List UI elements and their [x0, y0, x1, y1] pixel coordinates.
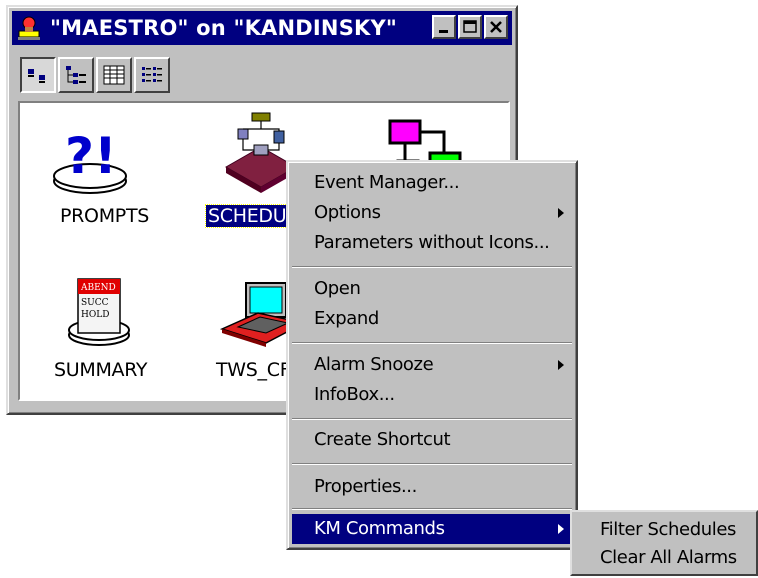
window-title: "MAESTRO" on "KANDINSKY" — [50, 16, 398, 40]
menu-separator — [292, 508, 572, 510]
tws-cf-label: TWS_CF — [216, 359, 291, 381]
maximize-button[interactable] — [458, 15, 482, 39]
menu-item-label: Properties... — [314, 476, 417, 497]
menu-item-label: Alarm Snooze — [314, 354, 434, 375]
menu-separator — [292, 418, 572, 420]
prompts-icon: ?! — [53, 127, 127, 194]
menu-item-label: InfoBox... — [314, 384, 395, 405]
minimize-button[interactable] — [432, 15, 456, 39]
menu-item-label: Parameters without Icons... — [314, 232, 550, 253]
schedules-label: SCHEDUL — [205, 204, 300, 228]
menu-item-label: KM Commands — [314, 518, 445, 539]
menu-item-create-shortcut[interactable]: Create Shortcut — [292, 425, 572, 455]
menu-separator — [292, 342, 572, 344]
large-icons-view-icon — [28, 69, 45, 83]
menu-item-expand[interactable]: Expand — [292, 304, 572, 334]
close-icon — [490, 21, 502, 33]
svg-text:?!: ?! — [65, 127, 117, 185]
submenu-arrow-icon — [558, 524, 564, 534]
details-view-icon — [103, 65, 125, 85]
menu-item-km-commands[interactable]: KM Commands — [292, 514, 572, 544]
list-view-icon — [142, 67, 162, 82]
details-view-button[interactable] — [96, 57, 132, 93]
submenu-arrow-icon — [558, 208, 564, 218]
menu-item-label: Event Manager... — [314, 172, 460, 193]
submenu-item-label: Filter Schedules — [600, 519, 736, 540]
tree-view-button[interactable] — [58, 57, 94, 93]
minimize-icon — [439, 30, 448, 33]
tree-view-icon — [66, 66, 86, 84]
menu-item-label: Create Shortcut — [314, 429, 451, 450]
prompts-label: PROMPTS — [60, 205, 150, 227]
menu-item-alarm-snooze[interactable]: Alarm Snooze — [292, 350, 572, 380]
large-icons-view-button[interactable] — [20, 57, 56, 93]
summary-label: SUMMARY — [54, 359, 148, 381]
menu-item-label: Expand — [314, 308, 379, 329]
title-bar[interactable]: "MAESTRO" on "KANDINSKY" — [12, 11, 512, 45]
list-view-button[interactable] — [134, 57, 170, 93]
km-commands-submenu: Filter Schedules Clear All Alarms — [570, 510, 758, 576]
summary-badge-hold: HOLD — [81, 310, 109, 320]
menu-item-label: Options — [314, 202, 381, 223]
menu-item-options[interactable]: Options — [292, 198, 572, 228]
summary-badge-succ: SUCC — [81, 298, 109, 308]
submenu-arrow-icon — [558, 360, 564, 370]
submenu-item-label: Clear All Alarms — [600, 547, 737, 568]
summary-icon: ABEND SUCC HOLD — [68, 278, 130, 346]
menu-separator — [292, 266, 572, 268]
menu-separator — [292, 463, 572, 465]
menu-item-event-manager[interactable]: Event Manager... — [292, 168, 572, 198]
context-menu: Event Manager... Options Parameters with… — [286, 160, 578, 550]
view-toolbar — [20, 57, 172, 93]
maestro-app-icon[interactable] — [16, 15, 42, 41]
menu-item-label: Open — [314, 278, 361, 299]
submenu-item-filter-schedules[interactable]: Filter Schedules — [576, 516, 752, 544]
close-button[interactable] — [484, 15, 508, 39]
menu-item-properties[interactable]: Properties... — [292, 472, 572, 502]
menu-item-infobox[interactable]: InfoBox... — [292, 380, 572, 410]
summary-badge-abend: ABEND — [80, 283, 116, 293]
submenu-item-clear-all-alarms[interactable]: Clear All Alarms — [576, 544, 752, 572]
maximize-icon — [463, 20, 477, 33]
menu-item-open[interactable]: Open — [292, 274, 572, 304]
menu-item-parameters-without-icons[interactable]: Parameters without Icons... — [292, 228, 572, 258]
